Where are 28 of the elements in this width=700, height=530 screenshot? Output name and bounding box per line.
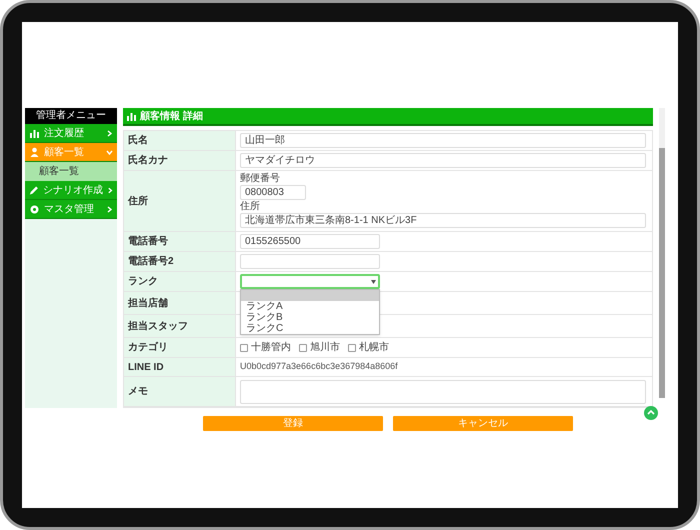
field-label: 電話番号 [124, 232, 236, 251]
checkbox-label: 札幌市 [359, 340, 389, 355]
field-label: 住所 [124, 171, 236, 231]
field-label: 氏名 [124, 131, 236, 150]
input-field[interactable]: 0155265500 [240, 234, 380, 249]
field-label: メモ [124, 377, 236, 406]
field-label: ランク [124, 272, 236, 291]
field-caption: 住所 [240, 201, 261, 213]
field-caption: 郵便番号 [240, 173, 281, 185]
dropdown-option[interactable]: ランクA [241, 301, 379, 312]
field-label: カテゴリ [124, 338, 236, 357]
input-field[interactable]: 山田一郎 [240, 133, 646, 148]
section-title: 顧客情報 詳細 [140, 109, 203, 124]
input-field[interactable]: ヤマダイチロウ [240, 153, 646, 168]
input-field[interactable]: 0800803 [240, 185, 306, 200]
sidebar-title: 管理者メニュー [25, 108, 117, 124]
input-field[interactable]: 北海道帯広市東三条南8-1-1 NKビル3F [240, 213, 646, 228]
dropdown-option[interactable]: ランクB [241, 312, 379, 323]
field-value: U0b0cd977a3e66c6bc3e367984a8606f [240, 360, 399, 374]
field-label: 担当店舗 [124, 292, 236, 314]
field-label: 氏名カナ [124, 151, 236, 170]
field-label: 担当スタッフ [124, 315, 236, 337]
field-label: 電話番号2 [124, 252, 236, 271]
sidebar-subitem[interactable]: 顧客一覧 [25, 162, 117, 181]
checkbox-label: 旭川市 [310, 340, 340, 355]
dropdown-option[interactable]: ランクC [241, 323, 379, 334]
field-label: LINE ID [124, 358, 236, 376]
checkbox-label: 十勝管内 [251, 340, 291, 355]
